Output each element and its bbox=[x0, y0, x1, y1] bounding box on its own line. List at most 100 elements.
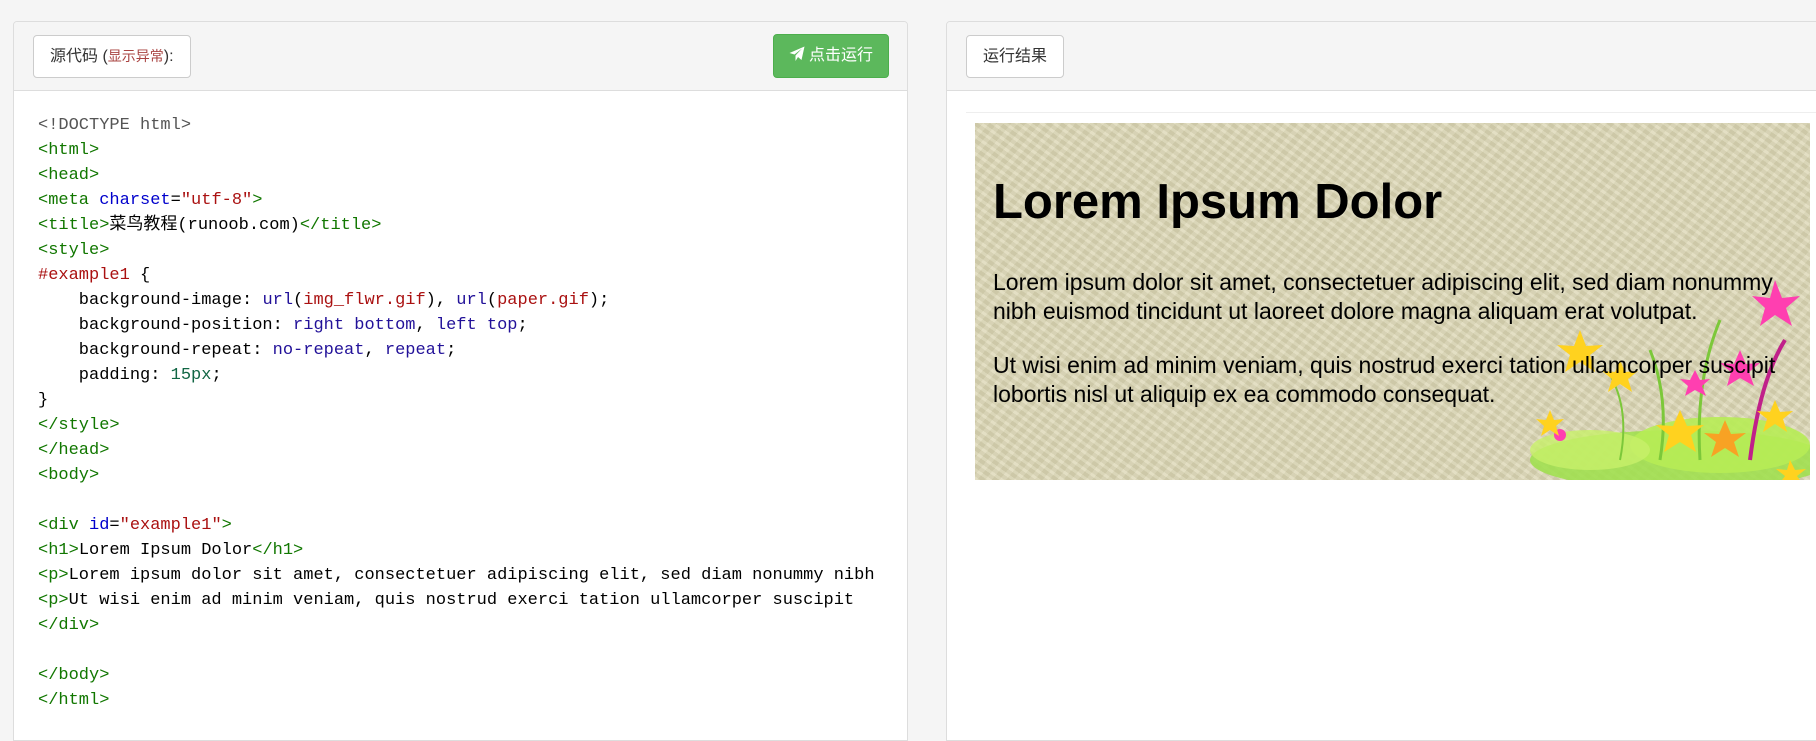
code-token: </h1> bbox=[252, 541, 304, 560]
code-token: charset bbox=[99, 191, 171, 210]
code-token: = bbox=[109, 516, 120, 535]
code-line: </html> bbox=[38, 688, 907, 713]
code-line: <p>Lorem ipsum dolor sit amet, consectet… bbox=[38, 563, 907, 588]
code-token: bottom bbox=[354, 316, 416, 335]
code-line: <h1>Lorem Ipsum Dolor</h1> bbox=[38, 538, 907, 563]
code-token: background-repeat: bbox=[38, 341, 273, 360]
code-token: } bbox=[38, 391, 49, 410]
code-token: Lorem Ipsum Dolor bbox=[78, 541, 253, 560]
code-token: left bbox=[435, 316, 477, 335]
code-token: <p> bbox=[38, 591, 69, 610]
code-token: > bbox=[221, 516, 232, 535]
source-code-panel: 源代码 (显示异常): 点击运行 <!DOCTYPE html> <html> <h… bbox=[13, 21, 908, 741]
code-token: ; bbox=[211, 366, 222, 385]
code-line: <body> bbox=[38, 463, 907, 488]
code-line: background-position: right bottom, left … bbox=[38, 313, 907, 338]
result-panel-heading: 运行结果 bbox=[947, 22, 1816, 91]
code-token: </head> bbox=[38, 441, 110, 460]
run-button-label: 点击运行 bbox=[808, 47, 873, 64]
preview-paragraph-2: Ut wisi enim ad minim veniam, quis nostr… bbox=[993, 352, 1776, 407]
source-label-suffix: ): bbox=[163, 48, 174, 65]
code-line: padding: 15px; bbox=[38, 363, 907, 388]
code-line: <meta charset="utf-8"> bbox=[38, 188, 907, 213]
code-token: url bbox=[456, 291, 487, 310]
code-token: > bbox=[252, 191, 263, 210]
code-token: , bbox=[415, 316, 436, 335]
result-frame: Lorem Ipsum Dolor Lorem ipsum dolor sit … bbox=[966, 112, 1816, 740]
paper-plane-icon bbox=[789, 46, 805, 61]
code-line: <title>菜鸟教程(runoob.com)</title> bbox=[38, 213, 907, 238]
code-line: <p>Ut wisi enim ad minim veniam, quis no… bbox=[38, 588, 907, 613]
code-token: ( bbox=[486, 291, 498, 310]
code-token: ( bbox=[293, 291, 304, 310]
source-code-label[interactable]: 源代码 (显示异常): bbox=[33, 35, 191, 78]
code-editor[interactable]: <!DOCTYPE html> <html> <head> <meta charset… bbox=[38, 113, 907, 713]
code-token: padding: bbox=[38, 366, 171, 385]
source-label-text: 源代码 ( bbox=[50, 48, 108, 65]
code-line: <!DOCTYPE html> bbox=[38, 113, 907, 138]
code-token: Ut wisi enim ad minim veniam, quis nostr… bbox=[68, 591, 855, 610]
code-line: </div> bbox=[38, 613, 907, 638]
code-token: </html> bbox=[38, 691, 110, 710]
code-token: "example1" bbox=[119, 516, 222, 535]
code-token: img_flwr.gif bbox=[303, 291, 426, 310]
code-line: <html> bbox=[38, 138, 907, 163]
code-token: 15px bbox=[170, 366, 212, 385]
example1-box: Lorem Ipsum Dolor Lorem ipsum dolor sit … bbox=[975, 123, 1810, 480]
preview-heading: Lorem Ipsum Dolor bbox=[993, 175, 1443, 229]
code-token: </div> bbox=[38, 616, 100, 635]
code-line: } bbox=[38, 388, 907, 413]
preview-paragraph-1: Lorem ipsum dolor sit amet, consectetuer… bbox=[993, 269, 1773, 324]
code-token: ), bbox=[425, 291, 457, 310]
code-token: ; bbox=[517, 316, 528, 335]
code-token: right bbox=[293, 316, 345, 335]
code-token: Lorem ipsum dolor sit amet, consectetuer… bbox=[68, 566, 875, 585]
code-token: </style> bbox=[38, 416, 120, 435]
code-token: background-position: bbox=[38, 316, 294, 335]
code-token: <!DOCTYPE html> bbox=[38, 116, 192, 135]
code-token: background-image: bbox=[38, 291, 263, 310]
code-token: , bbox=[364, 341, 385, 360]
code-token: top bbox=[486, 316, 518, 335]
code-line: <div id="example1"> bbox=[38, 513, 907, 538]
code-token: <title> bbox=[38, 216, 110, 235]
code-line: background-repeat: no-repeat, repeat; bbox=[38, 338, 907, 363]
code-token: </title> bbox=[299, 216, 382, 235]
code-token: <meta bbox=[38, 191, 100, 210]
source-panel-heading: 源代码 (显示异常): 点击运行 bbox=[14, 22, 907, 91]
result-panel: 运行结果 Lorem Ipsum Dolor Lorem ipsum dolor… bbox=[946, 21, 1816, 741]
code-token: <style> bbox=[38, 241, 110, 260]
code-token: paper.gif bbox=[497, 291, 589, 310]
code-token: { bbox=[129, 266, 151, 285]
code-token: repeat bbox=[384, 341, 447, 360]
code-token: url bbox=[262, 291, 294, 310]
code-line: <style> bbox=[38, 238, 907, 263]
code-token: <p> bbox=[38, 566, 69, 585]
run-button[interactable]: 点击运行 bbox=[772, 34, 889, 78]
show-error-link[interactable]: 显示异常 bbox=[108, 48, 164, 64]
code-token: <head> bbox=[38, 166, 100, 185]
code-token: <h1> bbox=[38, 541, 79, 560]
code-token: ); bbox=[588, 291, 610, 310]
code-line: #example1 { bbox=[38, 263, 907, 288]
code-line: </body> bbox=[38, 663, 907, 688]
code-token: = bbox=[170, 191, 181, 210]
code-token: id bbox=[89, 516, 110, 535]
code-line: background-image: url(img_flwr.gif), url… bbox=[38, 288, 907, 313]
code-line: </head> bbox=[38, 438, 907, 463]
code-token: <div bbox=[38, 516, 90, 535]
code-line: <head> bbox=[38, 163, 907, 188]
code-token: #example1 bbox=[38, 266, 130, 285]
code-token: ; bbox=[446, 341, 457, 360]
code-token: <body> bbox=[38, 466, 100, 485]
code-token: "utf-8" bbox=[180, 191, 253, 210]
code-line: </style> bbox=[38, 413, 907, 438]
code-token: 菜鸟教程(runoob.com) bbox=[109, 216, 300, 235]
code-token: <html> bbox=[38, 141, 100, 160]
run-result-button[interactable]: 运行结果 bbox=[966, 35, 1065, 78]
code-token: </body> bbox=[38, 666, 110, 685]
